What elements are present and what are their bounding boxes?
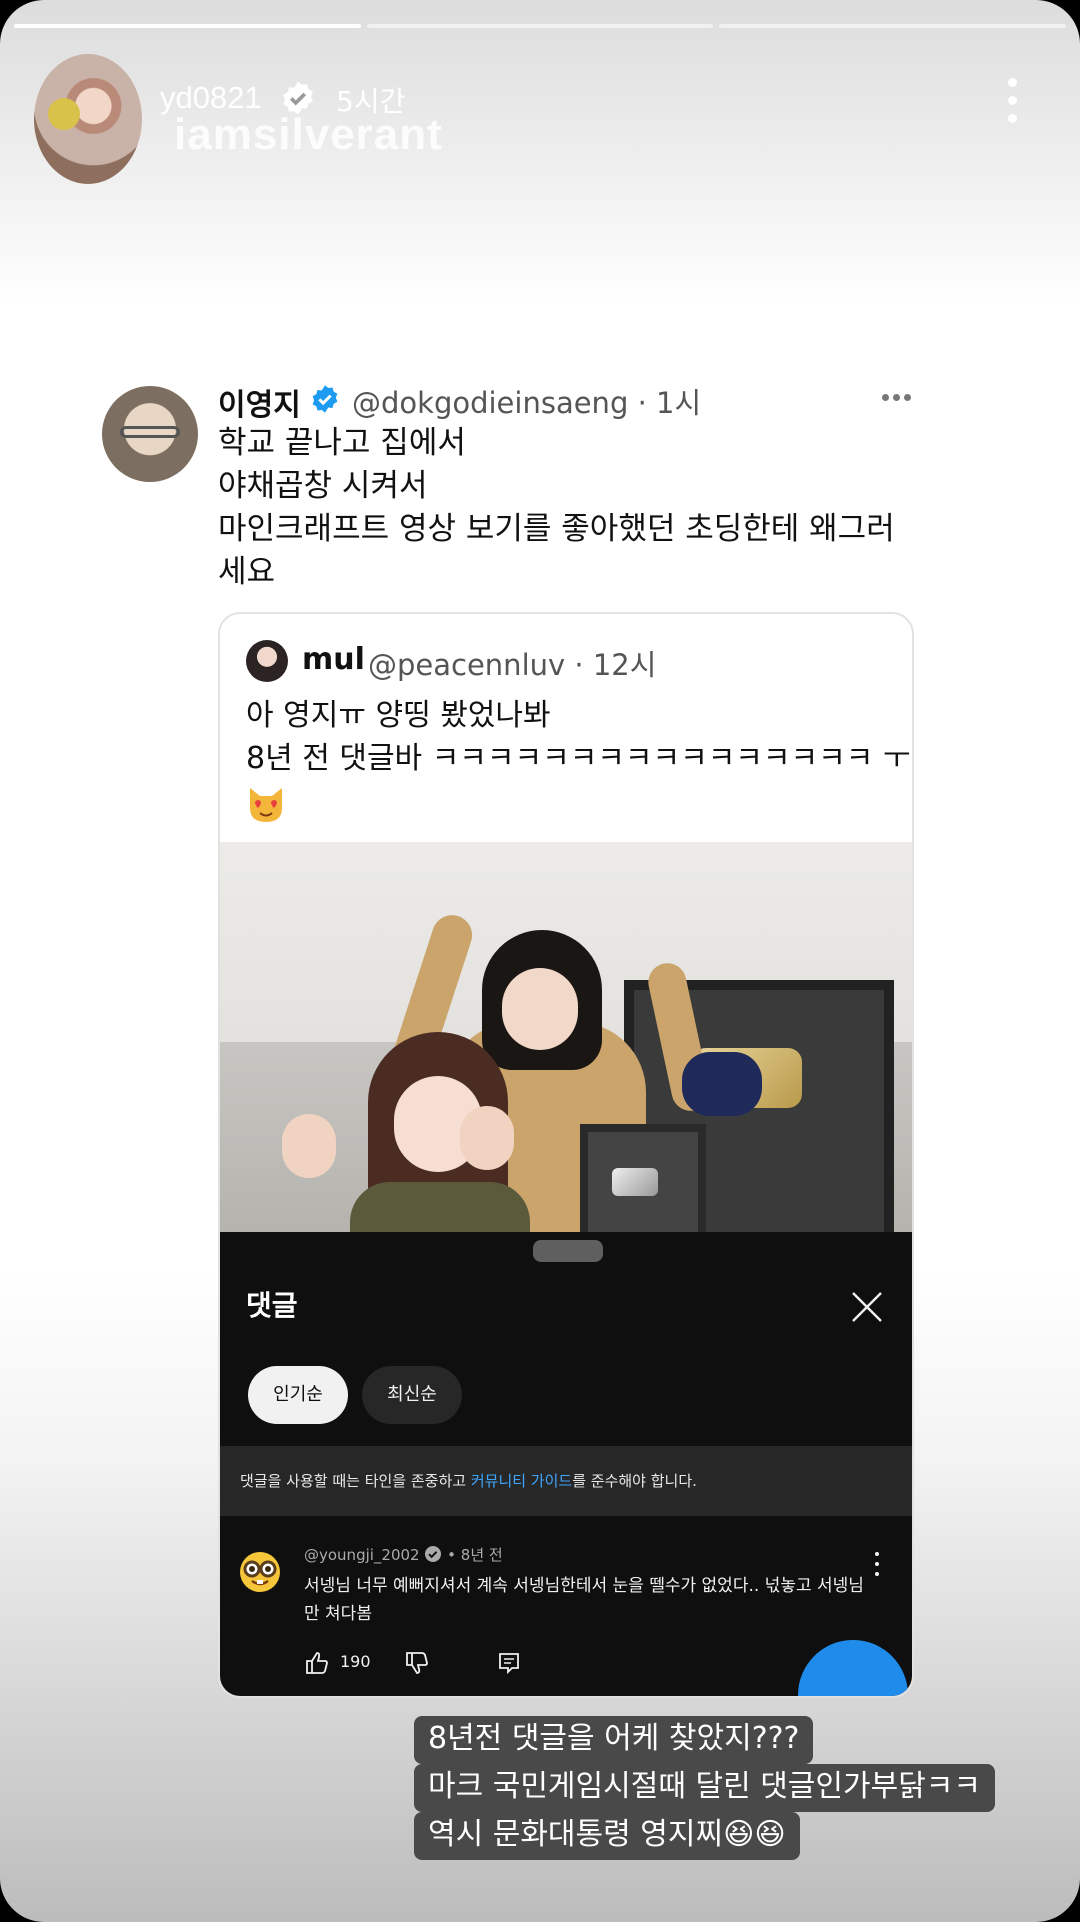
story-viewer: yd0821 5시간 iamsilverant 이영지 @dokgodieins… [0,0,1080,1922]
progress-segment [14,24,361,28]
notice-text: 댓글을 사용할 때는 타인을 존중하고 [240,1472,471,1490]
progress-segment [719,24,1067,28]
like-count: 190 [340,1652,371,1671]
story-caption: 8년전 댓글을 어케 찾았지??? 마크 국민게임시절때 달린 댓글인가부닭ㅋㅋ… [414,1716,996,1860]
tweet-line: 야채곱창 시켜서 [218,468,428,504]
comment-age: • 8년 전 [447,1546,503,1564]
quote-line: 아 영지ㅠ 양띵 봤었나봐 [246,698,551,733]
sort-popular-chip[interactable]: 인기순 [248,1366,348,1424]
close-icon[interactable] [850,1290,884,1324]
caption-line: 마크 국민게임시절때 달린 댓글인가부닭ㅋㅋ [414,1764,996,1812]
subtitle-username: iamsilverant [174,110,443,159]
caption-line: 8년전 댓글을 어케 찾았지??? [414,1716,814,1764]
progress-segment [366,24,714,28]
verified-check-icon [425,1546,442,1562]
quote-line: 8년 전 댓글바 ㅋㅋㅋㅋㅋㅋㅋㅋㅋㅋㅋㅋㅋㅋㅋㅋ ㅜ [246,741,911,776]
tweet-author-avatar [102,386,198,482]
community-guideline-notice: 댓글을 사용할 때는 타인을 존중하고 커뮤니티 가이드를 준수해야 합니다. [220,1446,912,1516]
tweet-author-name: 이영지 [218,388,301,423]
notice-text-end: 를 준수해야 합니다. [572,1472,697,1490]
tweet-line: 마인크래프트 영상 보기를 좋아했던 초딩한테 왜그러 [218,511,895,547]
comment-author[interactable]: @youngji_2002 [304,1546,420,1564]
tweet-handle: @dokgodieinsaeng · 1시 [352,386,702,420]
caption-line: 역시 문화대통령 영지찌😆😆 [414,1812,800,1860]
drag-handle[interactable] [533,1240,603,1262]
quote-handle: @peacennluv · 12시 [368,648,657,682]
thumbs-up-icon[interactable] [304,1650,330,1676]
quote-text: 아 영지ㅠ 양띵 봤었나봐 8년 전 댓글바 ㅋㅋㅋㅋㅋㅋㅋㅋㅋㅋㅋㅋㅋㅋㅋㅋ … [246,694,911,780]
comment-meta: @youngji_2002 • 8년 전 [304,1544,503,1565]
comments-title: 댓글 [246,1289,298,1322]
quote-author-avatar [246,640,288,682]
sort-newest-chip[interactable]: 최신순 [362,1366,462,1424]
tweet-more-icon [880,392,914,402]
comment-actions: 190 [304,1650,604,1680]
silver-award-frame [580,1124,706,1232]
comment-more-icon[interactable] [872,1550,882,1578]
video-screenshot [220,842,912,1232]
reply-icon[interactable] [496,1650,522,1676]
tweet-text: 학교 끝나고 집에서 야채곱창 시켜서 마인크래프트 영상 보기를 좋아했던 초… [218,422,918,594]
tweet-line: 세요 [218,554,276,590]
profile-avatar[interactable] [34,54,142,184]
nerd-face-icon[interactable] [238,1550,282,1594]
story-progress-bar [14,24,1067,28]
comment-text: 서넹님 너무 예뻐지셔서 계속 서넹님한테서 눈을 뗄수가 없었다.. 넋놓고 … [304,1576,864,1624]
quoted-tweet: mul @peacennluv · 12시 아 영지ㅠ 양띵 봤었나봐 8년 전… [218,612,914,1698]
more-options-icon[interactable] [1000,74,1024,128]
heart-eyes-cat-icon [250,788,282,822]
tweet-line: 학교 끝나고 집에서 [218,425,466,461]
story-header: yd0821 5시간 iamsilverant [0,46,1080,196]
quote-author-name: mul [302,642,365,677]
thumbs-down-icon[interactable] [404,1650,430,1676]
community-guide-link[interactable]: 커뮤니티 가이드 [471,1472,572,1490]
youtube-comments-panel: 댓글 인기순 최신순 댓글을 사용할 때는 타인을 존중하고 커뮤니티 가이드를… [220,1232,912,1696]
floating-action-button[interactable] [798,1640,908,1696]
tweet-verified-icon [312,385,338,413]
